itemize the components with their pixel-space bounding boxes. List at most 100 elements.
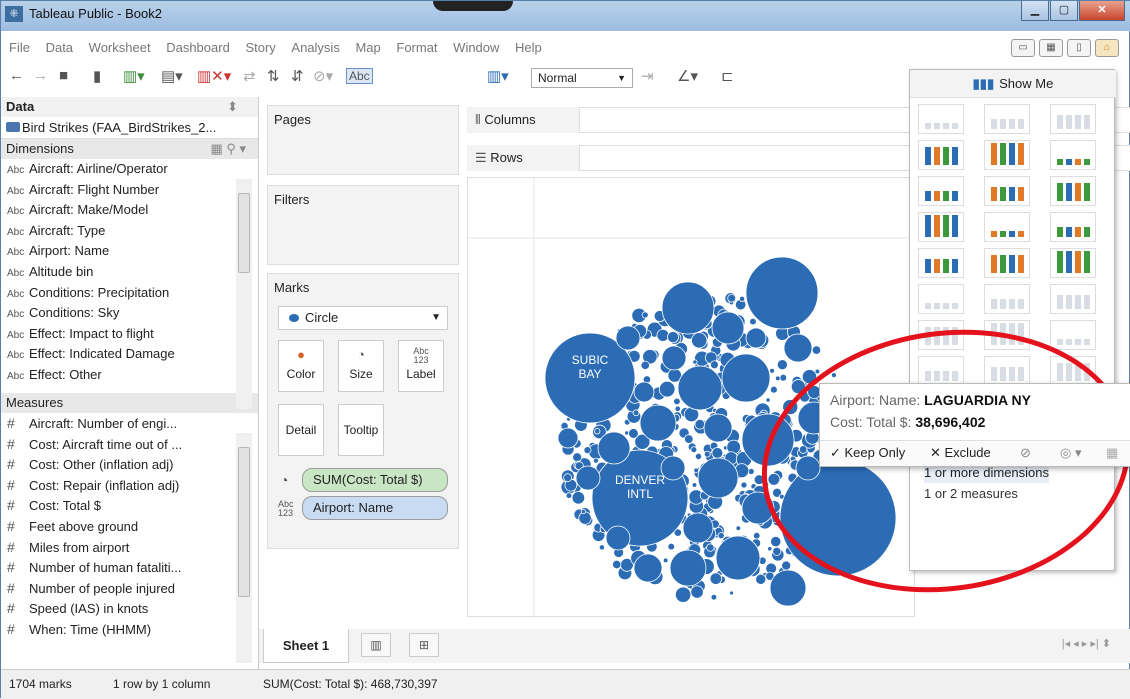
bubble-mark[interactable] [669,549,707,587]
bubble-mark[interactable] [703,450,711,458]
bubble-mark[interactable] [632,409,640,417]
maximize-button[interactable]: ▢ [1050,1,1078,21]
bubble-mark[interactable] [639,404,677,442]
menu-data[interactable]: Data [40,37,79,59]
bubble-mark[interactable] [633,381,655,403]
forward-icon[interactable]: → [33,67,48,84]
measure-item[interactable]: # When: Time (HHMM) [1,619,258,640]
bubble-mark[interactable] [745,327,767,349]
highlight-icon[interactable]: ⊘▾ [313,67,333,85]
close-button[interactable]: ✕ [1079,1,1125,21]
bubble-mark[interactable] [580,509,586,515]
bubble-mark[interactable] [774,375,781,382]
bubble-mark[interactable] [628,428,639,439]
show-me-chart-option[interactable] [918,212,964,242]
clear-sheet-icon[interactable]: ▥✕▾ [197,67,231,85]
dimension-item[interactable]: Abc Aircraft: Airline/Operator [1,159,258,180]
bubble-mark[interactable] [811,345,822,355]
bubble-mark[interactable] [769,569,807,607]
bubble-mark[interactable] [709,360,719,370]
search-icon[interactable]: ▦ ⚲ ▾ [210,139,246,159]
bubble-mark[interactable] [667,542,676,551]
tab-sheet-1[interactable]: Sheet 1 [263,629,349,663]
dimension-item[interactable]: Abc Effect: Impact to flight [1,324,258,345]
color-button[interactable]: ● Color [278,340,324,392]
show-me-chart-option[interactable] [1050,248,1096,278]
measure-item[interactable]: # Feet above ground [1,516,258,537]
sort-toggle-icon[interactable]: ⬍ [227,97,238,117]
dimension-item[interactable]: Abc Airport: Name [1,241,258,262]
presentation-icon[interactable]: ⊏ [721,67,734,85]
measure-item[interactable]: # Speed (IAS) in knots [1,598,258,619]
bubble-mark[interactable] [692,359,698,365]
detail-button[interactable]: Detail [278,404,324,456]
menu-help[interactable]: Help [509,37,548,59]
show-me-header[interactable]: ▮▮▮ Show Me [910,70,1116,98]
bubble-mark[interactable] [772,546,782,556]
bubble-mark[interactable] [674,405,681,412]
show-me-chart-option[interactable] [984,176,1030,206]
bubble-mark[interactable] [673,397,681,406]
menu-map[interactable]: Map [349,37,386,59]
menu-window[interactable]: Window [447,37,505,59]
bubble-mark[interactable] [690,446,698,454]
bubble-mark[interactable] [691,482,698,488]
show-labels-button[interactable]: Abc [346,68,373,84]
bubble-mark[interactable] [727,293,737,303]
bubble-mark[interactable] [749,317,757,326]
show-me-chart-option[interactable] [1050,320,1096,350]
bubble-mark[interactable] [598,544,605,551]
bubble-mark[interactable] [578,511,592,525]
bubble-mark[interactable] [745,256,819,330]
dimension-item[interactable]: Abc Altitude bin [1,262,258,283]
bubble-mark[interactable] [674,586,692,603]
menu-dashboard[interactable]: Dashboard [160,37,236,59]
bubble-mark[interactable] [769,367,775,374]
size-pill[interactable]: SUM(Cost: Total $) [302,468,448,492]
new-worksheet-icon[interactable]: ▥ [361,633,391,657]
bubble-mark[interactable] [571,491,586,505]
chart-type-icon[interactable]: ▥▾ [487,67,509,85]
bubble-mark[interactable] [721,353,771,403]
bubble-mark[interactable] [693,467,699,474]
bubble-mark[interactable] [691,332,708,349]
menu-file[interactable]: File [3,37,36,59]
bubble-mark[interactable] [767,546,773,552]
filters-shelf[interactable]: Filters [267,185,459,265]
bubble-mark[interactable] [717,532,725,540]
menu-story[interactable]: Story [239,37,281,59]
back-icon[interactable]: ← [9,67,24,84]
bubble-mark[interactable] [715,535,761,581]
bubble-mark[interactable] [703,413,733,443]
tab-scroll-controls[interactable]: |◂ ◂ ▸ ▸| ⬍ [1062,637,1111,650]
show-me-chart-option[interactable] [984,248,1030,278]
bubble-mark[interactable] [694,418,706,430]
bubble-mark[interactable] [684,434,694,444]
group-icon[interactable]: ⊘ [1020,441,1031,465]
menu-worksheet[interactable]: Worksheet [83,37,157,59]
measure-item[interactable]: # Cost: Aircraft time out of ... [1,434,258,455]
dimensions-scrollbar[interactable] [236,179,252,409]
label-pill[interactable]: Airport: Name [302,496,448,520]
bubble-mark[interactable] [740,481,748,489]
minimize-button[interactable]: ▁ [1021,1,1049,21]
bubble-mark[interactable] [770,385,778,394]
bubble-mark[interactable] [814,368,821,375]
show-me-chart-option[interactable] [984,212,1030,242]
show-me-chart-option[interactable] [1050,284,1096,314]
show-me-chart-option[interactable] [1050,176,1096,206]
bubble-mark[interactable] [572,452,583,463]
view-data-icon[interactable]: ▦ [1106,441,1118,465]
dimension-item[interactable]: Abc Aircraft: Make/Model [1,200,258,221]
bubble-mark[interactable] [583,446,592,455]
bubble-mark[interactable] [667,331,680,344]
bubble-mark[interactable] [690,585,704,599]
menu-format[interactable]: Format [390,37,443,59]
fit-select[interactable]: Normal ▼ [531,68,633,88]
bubble-mark[interactable] [565,492,573,499]
bubble-mark[interactable] [677,365,723,411]
presentation-mode-icon[interactable]: ▭ [1011,39,1035,57]
pages-shelf[interactable]: Pages [267,105,459,175]
single-view-icon[interactable]: ▯ [1067,39,1091,57]
bubble-mark[interactable] [605,525,631,551]
